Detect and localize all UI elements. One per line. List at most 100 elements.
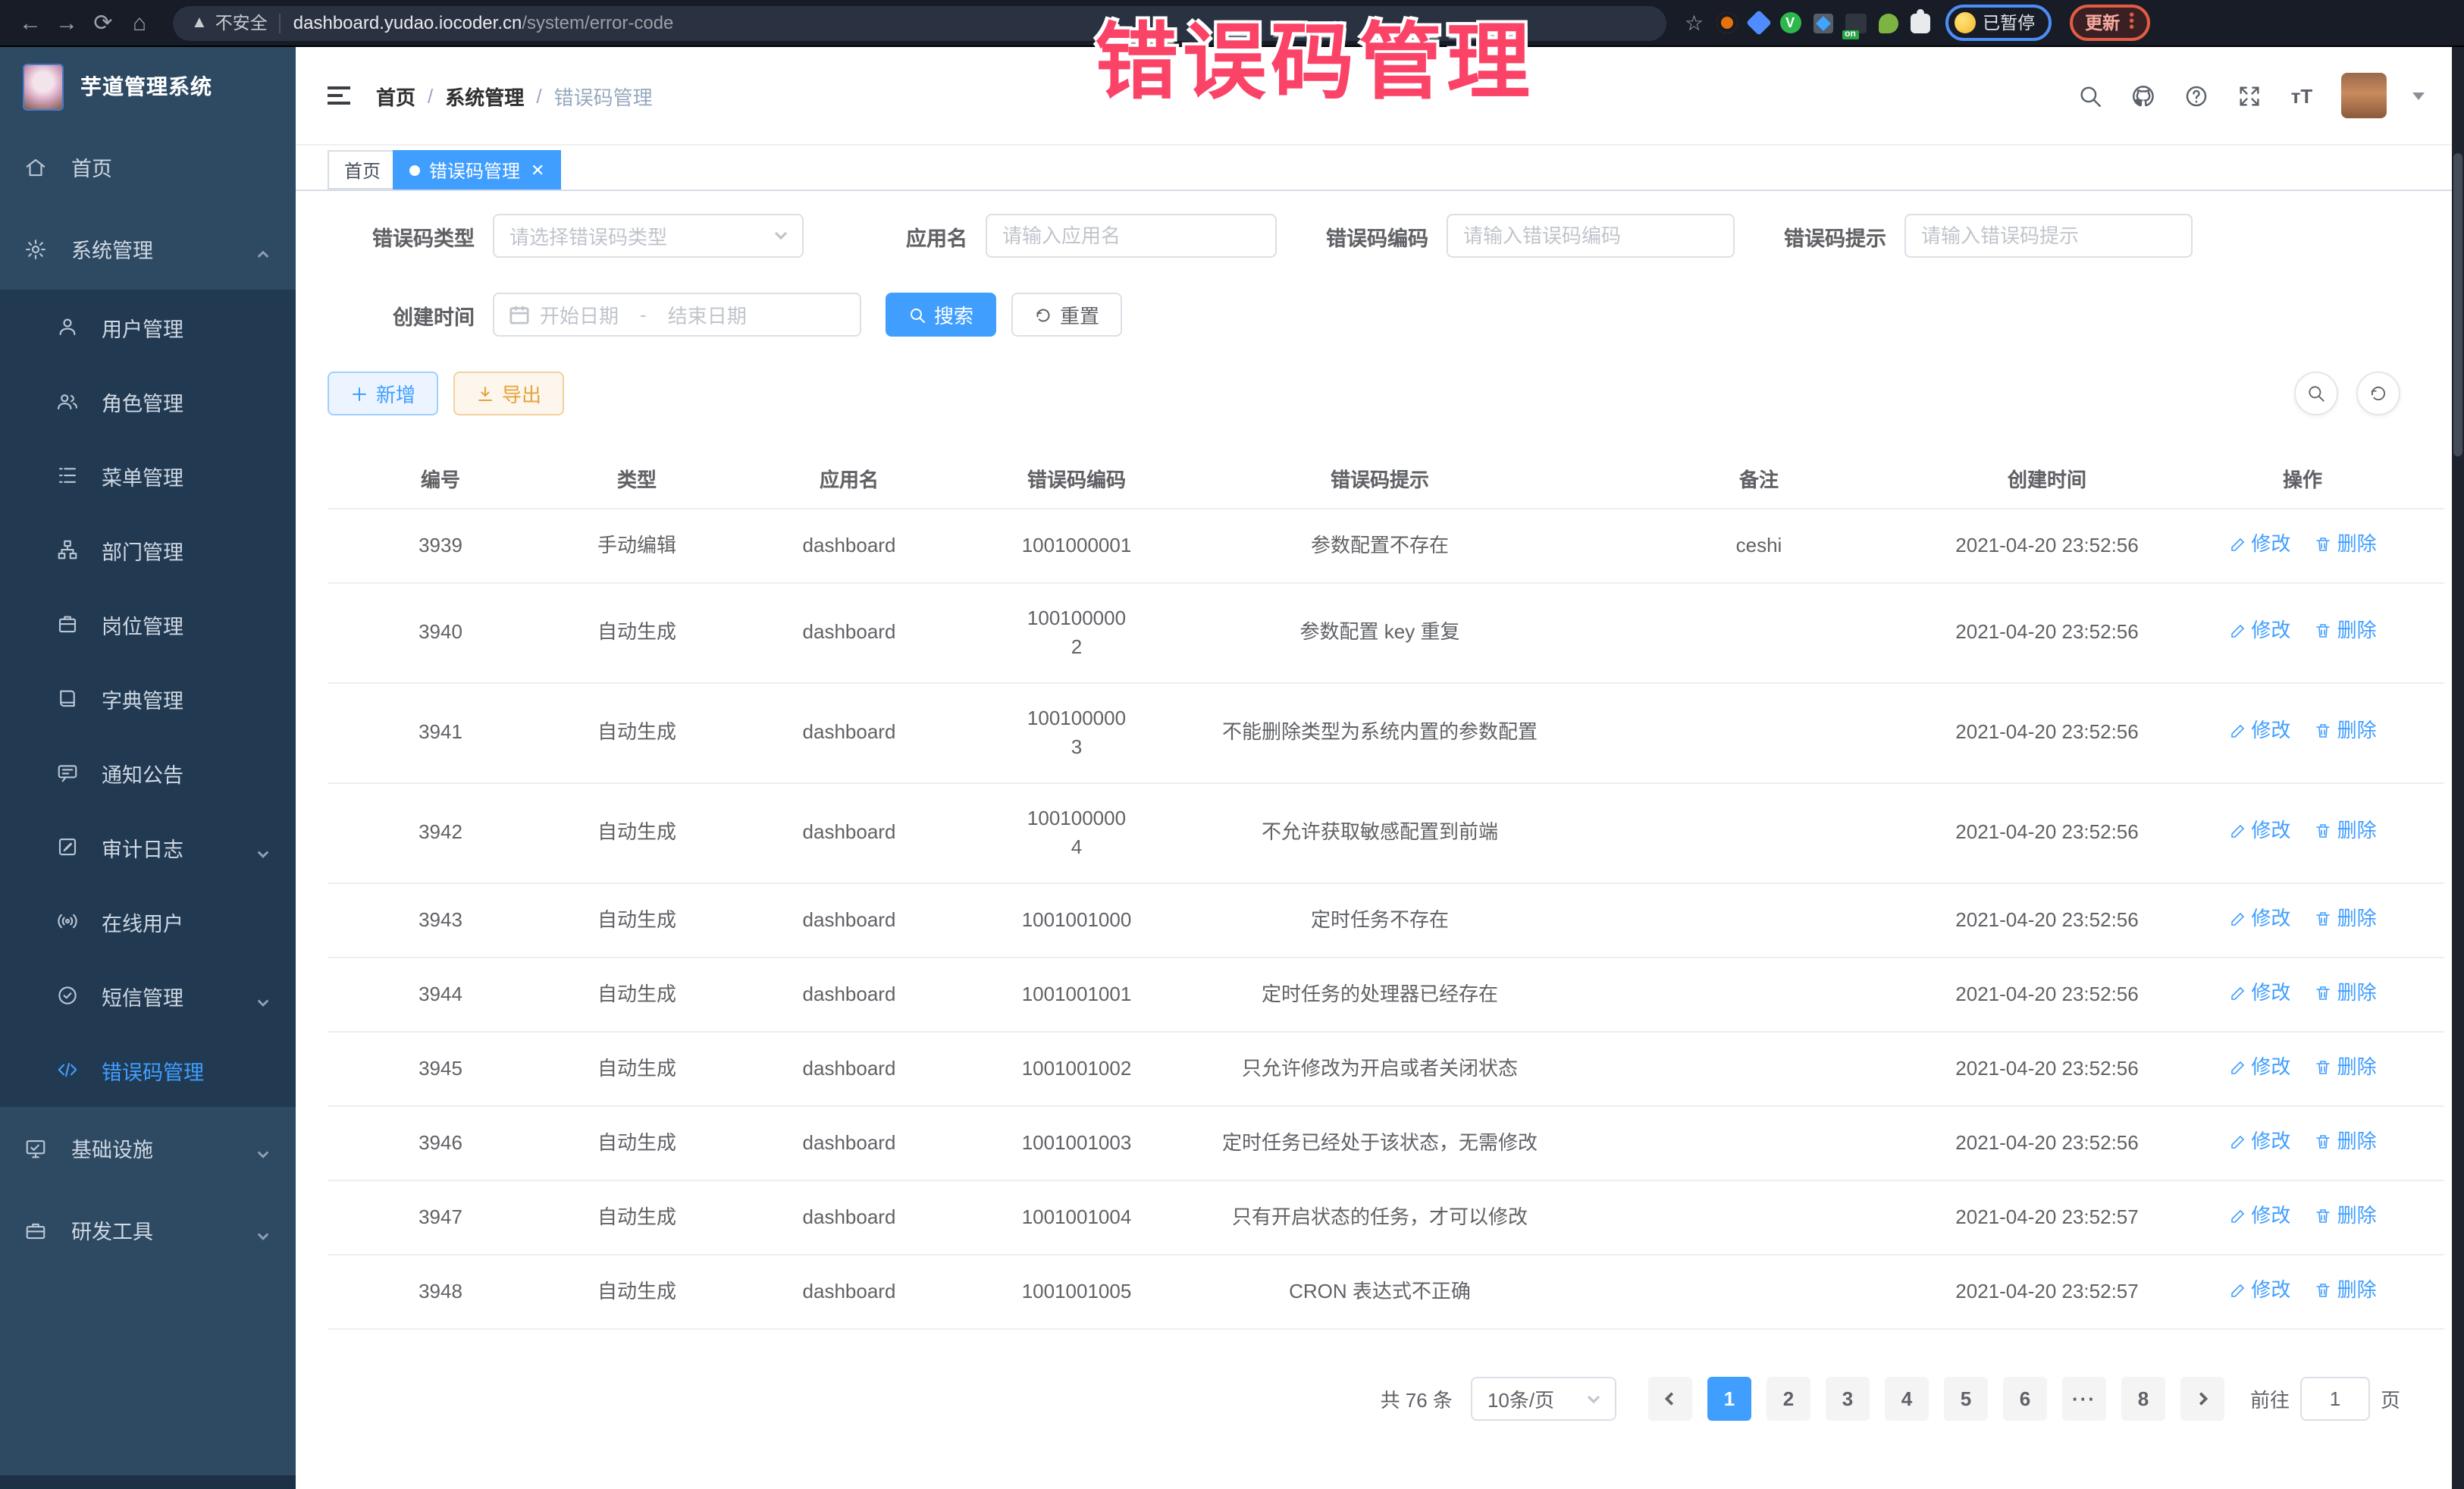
pagination: 共 76 条 10条/页 1 2 3 4 5 6 ··· 8 前往 页 [1381,1377,2400,1421]
sidebar-item-users[interactable]: 用户管理 [0,290,296,364]
edit-link[interactable]: 修改 [2228,1275,2290,1305]
profile-paused-badge[interactable]: 已暂停 [1945,5,2052,41]
sidebar-item-online-users[interactable]: 在线用户 [0,884,296,958]
users-icon [56,390,79,412]
page-button-1[interactable]: 1 [1707,1377,1751,1421]
delete-link[interactable]: 删除 [2315,1275,2377,1305]
sidebar-item-devtools[interactable]: 研发工具 [0,1189,296,1271]
sidebar-item-home[interactable]: 首页 [0,126,296,208]
extension-icon-switch[interactable]: on [1845,13,1866,33]
app-name-label: 应用名 [882,221,967,251]
sidebar-collapse-icon[interactable] [326,85,352,106]
edit-link[interactable]: 修改 [2228,904,2290,933]
sidebar-item-positions[interactable]: 岗位管理 [0,587,296,661]
delete-link[interactable]: 删除 [2315,529,2377,559]
page-button-4[interactable]: 4 [1885,1377,1929,1421]
avatar-caret-icon[interactable] [2412,92,2425,99]
delete-link[interactable]: 删除 [2315,616,2377,646]
tags-view-bar: 首页 错误码管理 ✕ [296,144,2452,191]
edit-link[interactable]: 修改 [2228,1127,2290,1156]
window-scrollbar[interactable] [2452,47,2464,1489]
address-bar[interactable]: ▲ 不安全 dashboard.yudao.iocoder.cn /system… [173,5,1666,40]
browser-menu-kebab-icon[interactable]: ••• [2129,14,2134,32]
error-type-select[interactable]: 请选择错误码类型 [493,214,804,258]
reload-icon[interactable]: ⟳ [85,9,121,36]
page-button-2[interactable]: 2 [1766,1377,1810,1421]
breadcrumb-current: 错误码管理 [554,81,653,110]
delete-link[interactable]: 删除 [2315,1052,2377,1082]
sidebar-item-infrastructure[interactable]: 基础设施 [0,1107,296,1189]
edit-link[interactable]: 修改 [2228,1052,2290,1082]
edit-link[interactable]: 修改 [2228,978,2290,1008]
date-range-picker[interactable]: 开始日期 - 结束日期 [493,293,861,337]
search-button[interactable]: 搜索 [886,293,996,337]
edit-link[interactable]: 修改 [2228,817,2290,846]
page-button-3[interactable]: 3 [1826,1377,1870,1421]
extension-icon-orange[interactable] [1716,12,1737,33]
goto-page-input[interactable] [2300,1377,2370,1421]
delete-link[interactable]: 删除 [2315,1127,2377,1156]
sidebar-item-system[interactable]: 系统管理 [0,208,296,290]
extension-icon-green[interactable]: V [1779,12,1801,33]
extensions-puzzle-icon[interactable] [1910,13,1930,33]
edit-link[interactable]: 修改 [2228,1201,2290,1230]
table-row: 3941 自动生成 dashboard 1001000003 不能删除类型为系统… [328,683,2444,783]
tab-close-icon[interactable]: ✕ [531,160,544,180]
export-button[interactable]: 导出 [453,371,564,415]
sidebar-item-error-code[interactable]: 错误码管理 [0,1033,296,1107]
breadcrumb-home[interactable]: 首页 [376,81,415,110]
forward-icon[interactable]: → [49,10,85,36]
app-name-input[interactable] [986,214,1277,258]
page-button-8[interactable]: 8 [2121,1377,2165,1421]
edit-link[interactable]: 修改 [2228,616,2290,646]
app-logo[interactable]: 芋道管理系统 [0,47,296,126]
error-code-input[interactable] [1447,214,1735,258]
reset-button[interactable]: 重置 [1011,293,1122,337]
sidebar-item-audit-log[interactable]: 审计日志 [0,810,296,884]
hide-search-icon[interactable] [2294,371,2338,415]
edit-link[interactable]: 修改 [2228,529,2290,559]
edit-link[interactable]: 修改 [2228,716,2290,746]
position-badge-icon [56,613,79,635]
search-icon[interactable] [2076,82,2103,109]
bookmark-star-icon[interactable]: ☆ [1685,10,1704,36]
extension-icon-tampermonkey[interactable] [1813,13,1832,33]
sidebar-item-roles[interactable]: 角色管理 [0,364,296,438]
fullscreen-icon[interactable] [2235,82,2262,109]
prev-page-button[interactable] [1648,1377,1692,1421]
scrollbar-thumb[interactable] [2453,153,2462,456]
home-icon[interactable]: ⌂ [121,10,158,36]
audit-log-icon [56,835,79,858]
page-button-6[interactable]: 6 [2003,1377,2047,1421]
font-size-icon[interactable]: ᴛT [2288,82,2315,109]
user-avatar[interactable] [2341,73,2387,118]
sidebar-item-departments[interactable]: 部门管理 [0,513,296,587]
add-button[interactable]: 新增 [328,371,438,415]
browser-update-button[interactable]: 更新 ••• [2070,5,2149,41]
delete-link[interactable]: 删除 [2315,978,2377,1008]
delete-link[interactable]: 删除 [2315,716,2377,746]
tab-home[interactable]: 首页 [328,150,397,190]
delete-link[interactable]: 删除 [2315,1201,2377,1230]
page-button-5[interactable]: 5 [1944,1377,1988,1421]
sidebar-item-menus[interactable]: 菜单管理 [0,438,296,513]
back-icon[interactable]: ← [12,10,49,36]
next-page-button[interactable] [2180,1377,2224,1421]
extension-icon-gem[interactable] [1745,10,1771,36]
page-size-select[interactable]: 10条/页 [1471,1377,1616,1421]
delete-link[interactable]: 删除 [2315,817,2377,846]
breadcrumb-system[interactable]: 系统管理 [445,81,524,110]
table-row: 3940 自动生成 dashboard 1001000002 参数配置 key … [328,583,2444,683]
extension-icon-key[interactable] [1878,13,1898,33]
github-icon[interactable] [2129,82,2156,109]
refresh-icon[interactable] [2356,371,2400,415]
error-hint-input[interactable] [1904,214,2193,258]
table-header-row: 编号 类型 应用名 错误码编码 错误码提示 备注 创建时间 操作 [328,453,2444,509]
sidebar-item-dictionary[interactable]: 字典管理 [0,661,296,735]
tab-error-code[interactable]: 错误码管理 ✕ [393,150,561,190]
sidebar-item-sms[interactable]: 短信管理 [0,958,296,1033]
help-icon[interactable] [2182,82,2209,109]
delete-link[interactable]: 删除 [2315,904,2377,933]
more-pages-button[interactable]: ··· [2062,1377,2106,1421]
sidebar-item-announcements[interactable]: 通知公告 [0,735,296,810]
